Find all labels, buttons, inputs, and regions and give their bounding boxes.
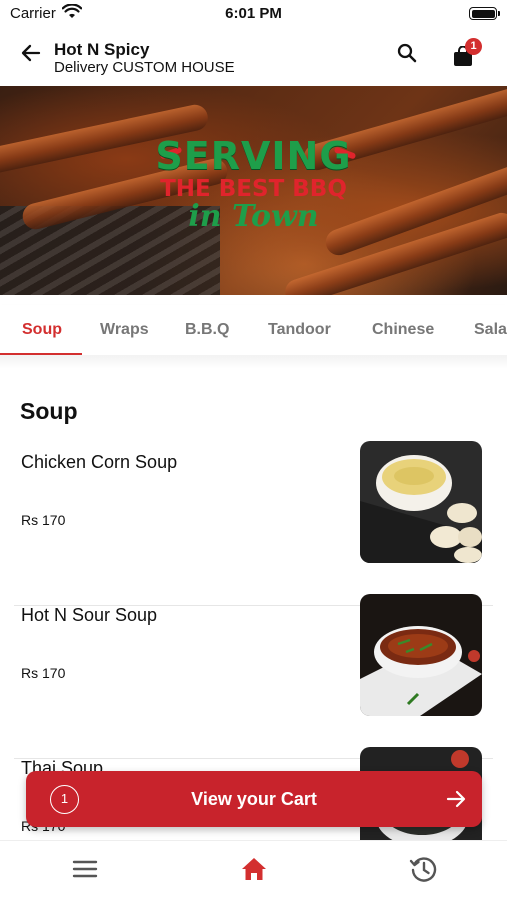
tab-wraps[interactable]: Wraps bbox=[100, 321, 149, 339]
delivery-location[interactable]: Delivery CUSTOM HOUSE bbox=[54, 59, 235, 76]
store-name: Hot N Spicy bbox=[54, 40, 150, 59]
promo-banner: SERVING THE BEST BBQ in Town bbox=[0, 86, 507, 295]
view-cart-label: View your Cart bbox=[191, 789, 317, 809]
banner-slogan: SERVING THE BEST BBQ in Town bbox=[0, 136, 507, 232]
bottom-navigation bbox=[0, 840, 507, 900]
tab-bbq[interactable]: B.B.Q bbox=[185, 321, 229, 339]
item-image-chicken-corn-soup bbox=[360, 441, 482, 563]
banner-line-1: SERVING bbox=[155, 134, 352, 178]
tab-salad[interactable]: Salad bbox=[474, 321, 507, 339]
back-button[interactable] bbox=[18, 42, 44, 68]
arrow-right-icon bbox=[444, 787, 468, 811]
search-button[interactable] bbox=[394, 42, 420, 68]
item-name: Chicken Corn Soup bbox=[21, 452, 178, 472]
tab-soup[interactable]: Soup bbox=[22, 321, 62, 339]
history-icon bbox=[409, 855, 437, 888]
item-price: Rs 170 bbox=[21, 512, 66, 528]
section-title: Soup bbox=[20, 398, 78, 424]
arrow-left-icon bbox=[21, 44, 41, 67]
battery-icon bbox=[469, 7, 500, 20]
header: Hot N Spicy Delivery CUSTOM HOUSE 1 bbox=[0, 30, 507, 86]
cart-button[interactable]: 1 bbox=[449, 38, 482, 70]
cart-count-badge: 1 bbox=[465, 38, 482, 55]
view-cart-button[interactable]: 1 View your Cart bbox=[26, 771, 482, 827]
tab-chinese[interactable]: Chinese bbox=[372, 321, 434, 339]
store-title-block: Hot N Spicy Delivery CUSTOM HOUSE bbox=[54, 40, 235, 76]
home-button[interactable] bbox=[238, 855, 270, 887]
section-divider bbox=[0, 355, 507, 369]
category-tabs: Soup Wraps B.B.Q Tandoor Chinese Salad bbox=[0, 305, 507, 355]
menu-item[interactable]: Chicken Corn Soup Rs 170 bbox=[14, 441, 493, 606]
item-image-hot-n-sour-soup bbox=[360, 594, 482, 716]
home-icon bbox=[241, 857, 267, 886]
menu-button[interactable] bbox=[69, 855, 101, 887]
banner-line-3: in Town bbox=[188, 199, 319, 234]
history-button[interactable] bbox=[407, 855, 439, 887]
item-name: Hot N Sour Soup bbox=[21, 605, 158, 625]
menu-icon bbox=[72, 859, 98, 884]
menu-item[interactable]: Hot N Sour Soup Rs 170 bbox=[14, 594, 493, 759]
item-price: Rs 170 bbox=[21, 665, 66, 681]
clock: 6:01 PM bbox=[225, 5, 282, 22]
tab-tandoor[interactable]: Tandoor bbox=[268, 321, 331, 339]
search-icon bbox=[397, 43, 417, 68]
status-bar: Carrier 6:01 PM bbox=[0, 0, 507, 28]
